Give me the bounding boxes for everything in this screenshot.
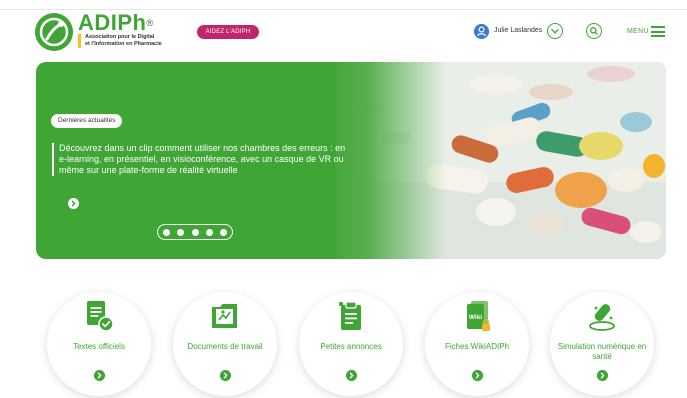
tagline-line-1: Association pour le Digital <box>85 34 155 40</box>
chevron-right-icon[interactable] <box>597 370 608 381</box>
pill-simulation-icon <box>589 304 615 331</box>
search-icon[interactable] <box>586 23 602 39</box>
tile-petites-annonces[interactable]: Petites annonces <box>299 292 403 396</box>
carousel-dot-2[interactable] <box>177 228 185 236</box>
folder-icon <box>212 304 237 328</box>
chevron-right-icon[interactable] <box>68 198 79 209</box>
latest-news-tag[interactable]: Dernières actualités <box>51 114 123 128</box>
hamburger-line <box>651 30 665 33</box>
wiki-icon: Wiki <box>467 301 490 331</box>
tile-fiches-wikiadiph[interactable]: Wiki Fiches WikiADIPh <box>425 292 529 396</box>
tagline-line-2: et l'Information en Pharmacie <box>85 41 162 47</box>
chevron-right-icon[interactable] <box>346 370 357 381</box>
brand-tagline: Association pour le Digital et l'Informa… <box>78 34 162 48</box>
chevron-right-icon[interactable] <box>472 370 483 381</box>
adiph-logo-icon[interactable] <box>34 12 74 52</box>
tile-documents-de-travail[interactable]: Documents de travail <box>173 292 277 396</box>
clipboard-icon <box>338 301 361 330</box>
help-adiph-button[interactable]: AIDEZ L'ADIPH <box>197 25 259 39</box>
tile-simulation-numerique[interactable]: Simulation numérique en santé <box>550 292 654 396</box>
registered-mark: ® <box>146 18 154 28</box>
carousel-pagination <box>157 224 233 240</box>
carousel-dot-5[interactable] <box>220 228 227 236</box>
hamburger-line <box>651 26 665 28</box>
hamburger-icon[interactable] <box>651 26 665 37</box>
tile-label: Documents de travail <box>187 342 263 351</box>
wiki-icon-text: Wiki <box>469 314 482 321</box>
carousel-dot-4[interactable] <box>205 228 213 236</box>
menu-label[interactable]: MENU <box>627 28 649 35</box>
carousel-dot-1[interactable] <box>163 228 170 236</box>
chevron-right-icon[interactable] <box>220 370 231 381</box>
tile-label: Simulation numérique en santé <box>557 342 647 361</box>
brand-name[interactable]: ADIPh® <box>78 11 154 35</box>
tile-label: Petites annonces <box>320 342 382 351</box>
user-name[interactable]: Julie Laslandes <box>494 27 542 34</box>
site-header: ADIPh® Association pour le Digital et l'… <box>0 0 687 58</box>
news-carousel: Dernières actualités Découvrez dans un c… <box>36 62 666 259</box>
tile-label: Textes officiels <box>73 342 125 351</box>
user-icon[interactable] <box>474 24 489 39</box>
tile-textes-officiels[interactable]: Textes officiels <box>47 292 151 396</box>
carousel-dot-3[interactable] <box>191 228 199 236</box>
hamburger-line <box>651 35 665 37</box>
chevron-down-icon[interactable] <box>547 23 563 39</box>
chevron-right-icon[interactable] <box>94 370 105 381</box>
tile-label: Fiches WikiADIPh <box>444 342 509 351</box>
document-check-icon <box>87 301 114 332</box>
news-headline[interactable]: Découvrez dans un clip comment utiliser … <box>52 143 347 176</box>
